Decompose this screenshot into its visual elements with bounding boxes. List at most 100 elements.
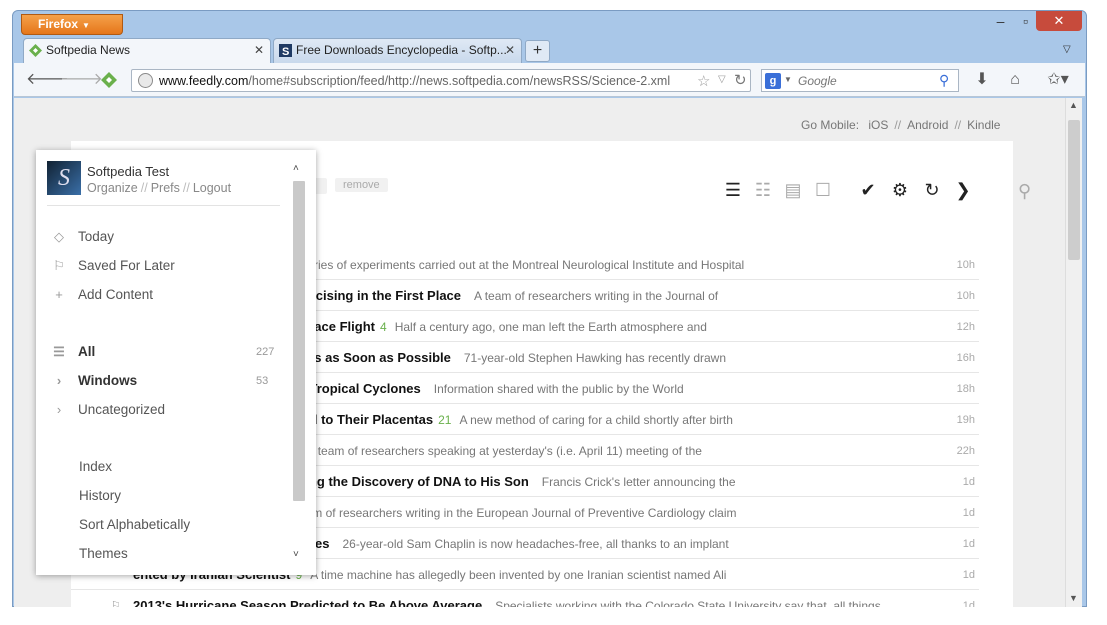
google-engine-icon[interactable]: g xyxy=(765,73,781,89)
forward-button[interactable]: 🡒 xyxy=(60,69,103,91)
bookmarks-menu-icon[interactable]: ✩▾ xyxy=(1039,69,1077,91)
sidebar-scrollbar[interactable]: ˄ ˅ xyxy=(292,163,306,563)
cards-view-icon[interactable]: ▤ xyxy=(782,179,804,201)
plus-icon: + xyxy=(55,287,63,302)
all-count: 227 xyxy=(256,346,275,358)
remove-button[interactable]: remove xyxy=(335,178,388,192)
close-tab-icon[interactable]: ✕ xyxy=(254,39,264,62)
article-snippet: Francis Crick's letter announcing the xyxy=(541,475,736,489)
url-history-chevron-icon[interactable]: ▽ xyxy=(718,74,726,85)
back-button[interactable]: 🡐 xyxy=(26,69,69,91)
tab-list-chevron-icon[interactable]: ▽ xyxy=(1063,44,1071,55)
full-article-view-icon[interactable]: ☐ xyxy=(812,179,834,201)
windows-count: 53 xyxy=(256,375,269,387)
article-age: 19h xyxy=(956,414,975,426)
refresh-icon[interactable]: ↻ xyxy=(921,179,943,201)
article-snippet: A team of researchers speaking at yester… xyxy=(307,444,702,458)
article-age: 10h xyxy=(956,259,975,271)
sidebar-item-sort[interactable]: Sort Alphabetically xyxy=(79,517,190,532)
android-link[interactable]: Android xyxy=(907,118,948,132)
svg-text:S: S xyxy=(282,46,289,57)
bookmark-icon[interactable]: ⚐ xyxy=(111,599,121,607)
article-age: 10h xyxy=(956,290,975,302)
titles-view-icon[interactable]: ☰ xyxy=(722,179,744,201)
article-snippet: A new method of caring for a child short… xyxy=(459,413,733,427)
firefox-menu-button[interactable]: Firefox ▼ xyxy=(21,14,123,35)
sidebar-item-windows[interactable]: › Windows xyxy=(50,373,137,388)
url-text[interactable]: www.feedly.com/home#subscription/feed/ht… xyxy=(159,74,670,88)
sidebar-item-saved[interactable]: ⚐ Saved For Later xyxy=(50,258,175,274)
new-tab-button[interactable]: + xyxy=(525,40,550,62)
avatar[interactable]: S xyxy=(47,161,81,195)
article-age: 18h xyxy=(956,383,975,395)
tab-free-downloads[interactable]: S Free Downloads Encyclopedia - Softp...… xyxy=(273,38,522,63)
scrollbar-thumb[interactable] xyxy=(1068,120,1080,260)
maximize-button[interactable]: ▫ xyxy=(1013,11,1038,31)
article-row[interactable]: ⚐ 2013's Hurricane Season Predicted to Be… xyxy=(71,590,979,607)
list-icon: ☰ xyxy=(53,344,65,359)
search-input[interactable]: Google xyxy=(798,74,837,88)
close-tab-icon[interactable]: ✕ xyxy=(505,39,515,62)
scroll-down-icon[interactable]: ▼ xyxy=(1069,593,1078,603)
search-icon[interactable]: ⚲ xyxy=(939,72,949,89)
feedly-favicon-icon xyxy=(29,44,42,57)
article-age: 1d xyxy=(962,569,975,581)
logout-link[interactable]: Logout xyxy=(193,181,231,195)
chevron-right-icon[interactable]: › xyxy=(50,373,68,388)
article-snippet: A team of researchers writing in the Eur… xyxy=(284,506,737,520)
magazine-view-icon[interactable]: ☷ xyxy=(752,179,774,201)
gear-icon[interactable]: ⚙ xyxy=(889,179,911,201)
chevron-right-icon[interactable]: › xyxy=(50,402,68,417)
article-age: 22h xyxy=(956,445,975,457)
go-mobile-links: Go Mobile: iOS//Android//Kindle xyxy=(801,118,1001,132)
feedly-button[interactable] xyxy=(96,69,122,91)
bookmark-star-icon[interactable]: ☆ xyxy=(697,72,710,90)
ios-link[interactable]: iOS xyxy=(868,118,888,132)
sidebar-item-index[interactable]: Index xyxy=(79,459,112,474)
page-scrollbar[interactable]: ▲ ▼ xyxy=(1065,98,1082,607)
divider xyxy=(47,205,280,206)
sidebar-item-themes[interactable]: Themes xyxy=(79,546,128,561)
bookmark-icon: ⚐ xyxy=(53,258,65,273)
minimize-button[interactable]: – xyxy=(988,11,1013,31)
sidebar-item-add-content[interactable]: + Add Content xyxy=(50,287,153,302)
article-snippet: A series of experiments carried out at t… xyxy=(290,258,745,272)
article-snippet: A team of researchers writing in the Jou… xyxy=(474,289,719,303)
kindle-link[interactable]: Kindle xyxy=(967,118,1000,132)
chevron-down-icon[interactable]: ˅ xyxy=(293,549,299,560)
tab-label: Free Downloads Encyclopedia - Softp... xyxy=(296,43,507,57)
sidebar-item-all[interactable]: ☰ All xyxy=(50,344,95,360)
sidebar-scrollbar-thumb[interactable] xyxy=(293,181,305,501)
feedly-icon xyxy=(101,72,117,88)
softpedia-favicon-icon: S xyxy=(279,44,292,57)
scroll-up-icon[interactable]: ▲ xyxy=(1069,100,1078,110)
engine-chevron-icon[interactable]: ▼ xyxy=(784,75,792,84)
feedly-sidebar-menu: S Softpedia Test Organize//Prefs//Logout… xyxy=(36,150,316,575)
article-snippet: Specialists working with the Colorado St… xyxy=(495,599,881,607)
url-bar[interactable]: www.feedly.com/home#subscription/feed/ht… xyxy=(131,69,751,92)
organize-link[interactable]: Organize xyxy=(87,181,138,195)
reload-icon[interactable]: ↻ xyxy=(734,71,747,89)
go-mobile-label: Go Mobile: xyxy=(801,118,860,132)
sidebar-item-history[interactable]: History xyxy=(79,488,121,503)
article-title[interactable]: 2013's Hurricane Season Predicted to Be … xyxy=(133,598,881,607)
chevron-right-icon[interactable]: ❯ xyxy=(952,179,974,201)
sidebar-item-today[interactable]: ◇ Today xyxy=(50,229,114,245)
article-age: 1d xyxy=(962,507,975,519)
tab-softpedia-news[interactable]: Softpedia News ✕ xyxy=(23,38,271,63)
article-snippet: 71-year-old Stephen Hawking has recently… xyxy=(463,351,727,365)
firefox-menu-label: Firefox xyxy=(38,17,79,31)
article-age: 1d xyxy=(962,476,975,488)
article-count: 4 xyxy=(380,320,387,334)
article-snippet: A time machine has allegedly been invent… xyxy=(310,568,727,582)
sidebar-item-uncategorized[interactable]: › Uncategorized xyxy=(50,402,165,417)
download-arrow-icon[interactable]: ⬇ xyxy=(969,69,995,91)
home-icon[interactable]: ⌂ xyxy=(1002,69,1028,91)
tab-label: Softpedia News xyxy=(46,43,131,57)
chevron-up-icon[interactable]: ˄ xyxy=(293,163,299,174)
prefs-link[interactable]: Prefs xyxy=(151,181,180,195)
checkmark-icon[interactable]: ✔ xyxy=(857,179,879,201)
close-window-button[interactable]: ✕ xyxy=(1036,11,1082,31)
search-bar[interactable]: g ▼ Google ⚲ xyxy=(761,69,959,92)
search-icon[interactable]: ⚲ xyxy=(1018,181,1031,202)
